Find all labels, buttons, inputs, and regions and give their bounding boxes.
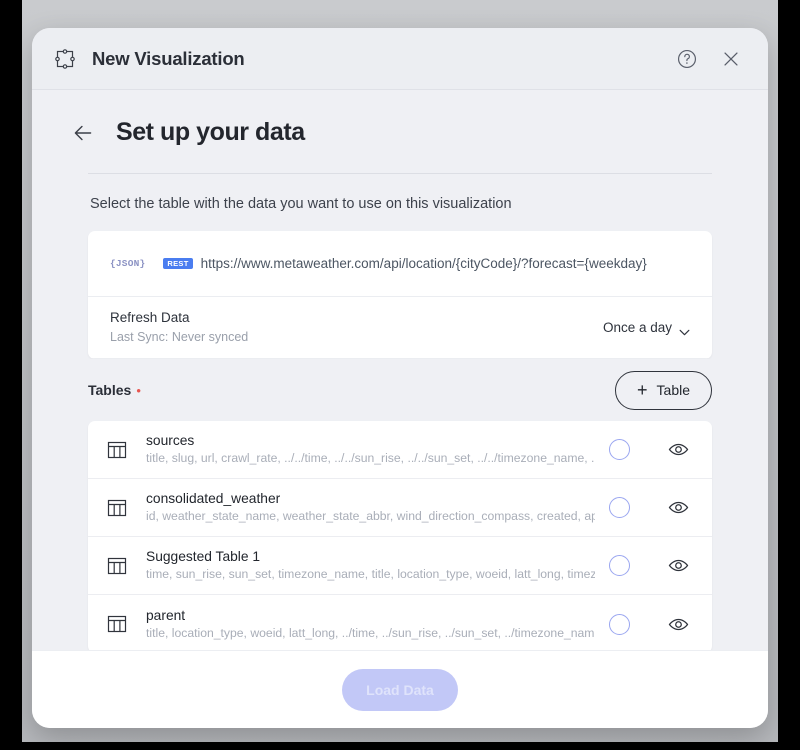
radio-unselected-icon[interactable] <box>609 497 630 518</box>
radio-unselected-icon[interactable] <box>609 613 630 635</box>
table-grid-icon <box>106 555 128 577</box>
table-grid-icon <box>106 439 128 461</box>
table-row[interactable]: Suggested Table 1 time, sun_rise, sun_se… <box>88 537 712 595</box>
close-icon[interactable] <box>718 46 744 72</box>
page-subtitle: Select the table with the data you want … <box>90 196 512 212</box>
window-title: New Visualization <box>92 47 245 69</box>
modal-body: Set up your data Select the table with t… <box>32 90 768 650</box>
json-format-badge: {JSON} <box>110 258 146 269</box>
titlebar-left-group: New Visualization <box>52 46 674 72</box>
screen: New Visualization Set up your data Selec… <box>0 0 800 750</box>
table-grid-icon <box>106 497 128 519</box>
new-visualization-modal: New Visualization Set up your data Selec… <box>32 28 768 728</box>
table-columns: title, slug, url, crawl_rate, ../../time… <box>146 451 595 466</box>
table-row[interactable]: consolidated_weather id, weather_state_n… <box>88 479 712 537</box>
tables-label: Tables <box>88 382 132 398</box>
table-columns: title, location_type, woeid, latt_long, … <box>146 625 595 640</box>
table-row[interactable]: sources title, slug, url, crawl_rate, ..… <box>88 421 712 479</box>
tables-list: sources title, slug, url, crawl_rate, ..… <box>88 421 712 650</box>
refresh-frequency-value: Once a day <box>602 320 672 335</box>
add-table-button[interactable]: + Table <box>615 370 712 410</box>
refresh-data-row: Refresh Data Last Sync: Never synced Onc… <box>88 297 712 359</box>
selection-frame-icon <box>52 46 78 72</box>
rest-method-badge: REST <box>163 257 193 270</box>
table-name: sources <box>146 433 195 448</box>
eye-icon[interactable] <box>666 612 690 636</box>
radio-unselected-icon[interactable] <box>609 439 630 460</box>
eye-icon[interactable] <box>666 438 690 462</box>
load-data-button[interactable]: Load Data <box>342 668 458 711</box>
header-divider <box>88 173 712 174</box>
table-row-text: parent title, location_type, woeid, latt… <box>142 606 595 643</box>
chevron-down-icon <box>679 324 690 336</box>
source-url-text: https://www.metaweather.com/api/location… <box>200 256 647 271</box>
last-sync-text: Last Sync: Never synced <box>110 329 249 344</box>
eye-icon[interactable] <box>666 554 690 578</box>
table-grid-icon <box>106 613 128 635</box>
add-table-label: Table <box>656 382 690 398</box>
refresh-data-title: Refresh Data <box>110 310 190 326</box>
data-source-row[interactable]: {JSON} REST https://www.metaweather.com/… <box>88 231 712 297</box>
page-header: Set up your data <box>64 118 736 147</box>
help-circle-icon[interactable] <box>674 46 700 72</box>
plus-icon: + <box>637 379 648 400</box>
titlebar-actions <box>674 46 744 72</box>
tables-label-group: Tables • <box>88 382 615 398</box>
data-source-card: {JSON} REST https://www.metaweather.com/… <box>88 231 712 359</box>
radio-unselected-icon[interactable] <box>609 555 630 576</box>
table-columns: id, weather_state_name, weather_state_ab… <box>146 509 595 524</box>
source-url-group: REST https://www.metaweather.com/api/loc… <box>163 256 647 271</box>
arrow-left-icon[interactable] <box>70 120 96 146</box>
table-row-text: consolidated_weather id, weather_state_n… <box>142 489 595 526</box>
table-name: parent <box>146 607 186 623</box>
refresh-data-labels: Refresh Data Last Sync: Never synced <box>110 309 603 345</box>
tables-section-header: Tables • + Table <box>64 359 736 421</box>
table-row-text: sources title, slug, url, crawl_rate, ..… <box>142 431 595 468</box>
page-title: Set up your data <box>116 118 305 146</box>
eye-icon[interactable] <box>666 496 690 520</box>
table-name: consolidated_weather <box>146 491 281 506</box>
table-name: Suggested Table 1 <box>146 549 261 564</box>
modal-footer: Load Data <box>32 650 768 728</box>
modal-titlebar: New Visualization <box>32 28 768 90</box>
required-marker: • <box>136 383 141 398</box>
table-columns: time, sun_rise, sun_set, timezone_name, … <box>146 567 595 582</box>
table-row[interactable]: parent title, location_type, woeid, latt… <box>88 595 712 650</box>
refresh-frequency-select[interactable]: Once a day <box>602 320 690 336</box>
table-row-text: Suggested Table 1 time, sun_rise, sun_se… <box>142 547 595 584</box>
